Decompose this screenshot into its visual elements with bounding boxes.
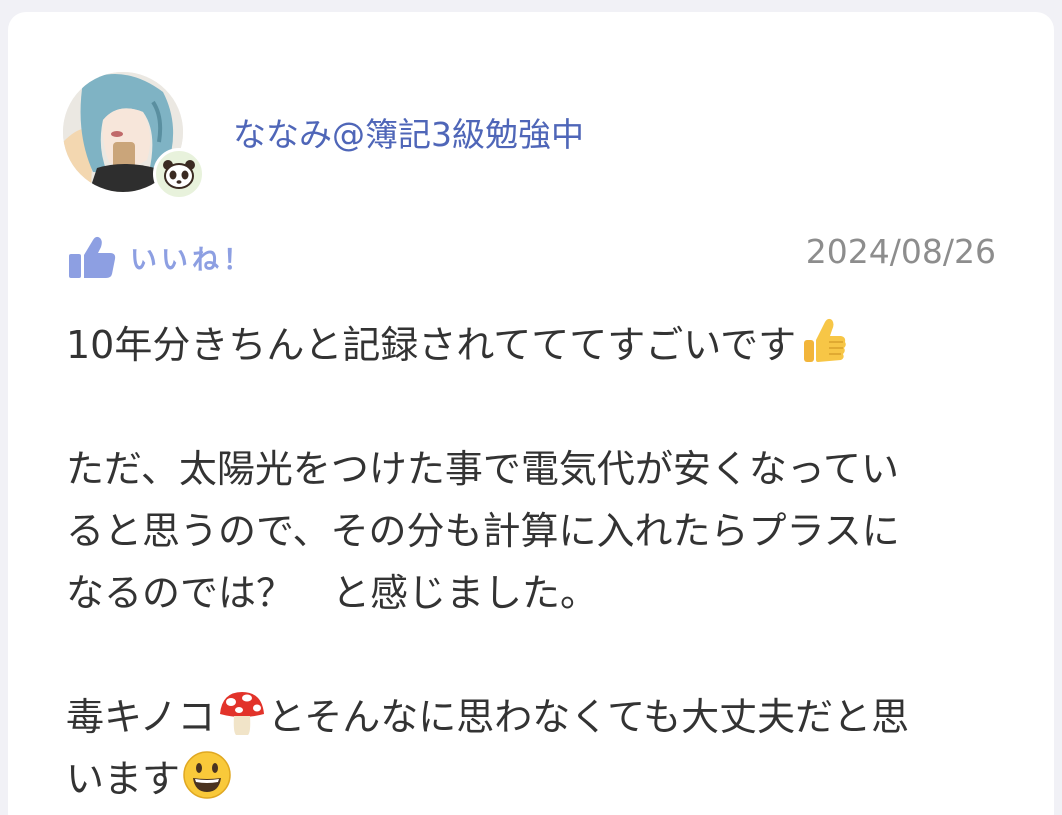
comment-text: 10年分きちんと記録されてててすごいです (66, 323, 797, 367)
comment-line: なるのでは？ と感じました。 (66, 571, 599, 615)
comment-card: ななみ@簿記3級勉強中 いいね！ 2024/08/26 10年分きちんと記録され… (8, 12, 1054, 815)
avatar-group[interactable] (63, 72, 205, 200)
comment-line: 毒キノコ とそんなに思わなくても大丈夫だと思 (66, 686, 1026, 748)
comment-line: います (66, 748, 1026, 810)
thumbs-up-icon (69, 236, 116, 278)
comment-line: 10年分きちんと記録されてててすごいです (66, 314, 1026, 376)
like-label: いいね！ (130, 244, 254, 276)
comment-line: ると思うので、その分も計算に入れたらプラスに (66, 509, 900, 553)
comment-text: 毒キノコ (66, 695, 216, 739)
smiling-face-emoji-icon (182, 750, 232, 800)
panda-icon (163, 160, 195, 189)
username-link[interactable]: ななみ@簿記3級勉強中 (233, 108, 584, 156)
post-date: 2024/08/26 (805, 232, 996, 271)
comment-text: とそんなに思わなくても大丈夫だと思 (267, 695, 910, 739)
comment-line: ただ、太陽光をつけた事で電気代が安くなってい (66, 447, 899, 491)
panda-badge (153, 148, 205, 200)
mushroom-emoji-icon (217, 688, 267, 738)
comment-text: います (66, 757, 181, 801)
like-indicator: いいね！ (68, 234, 254, 280)
thumbs-up-emoji-icon (798, 316, 848, 366)
comment-body: 10年分きちんと記録されてててすごいです ただ、太陽光をつけた事で電気代が安くな… (66, 314, 1026, 810)
